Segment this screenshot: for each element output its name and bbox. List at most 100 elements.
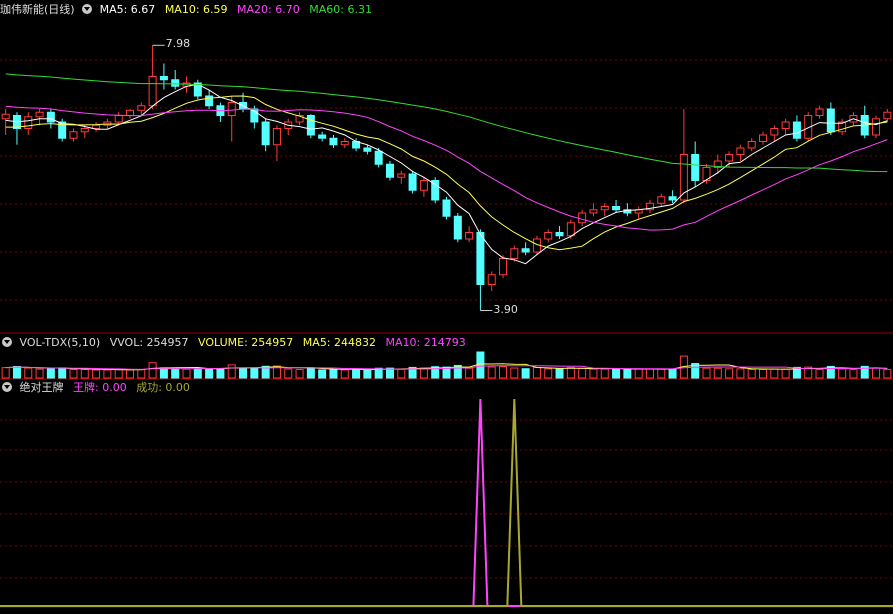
candle-body: [385, 163, 394, 178]
volume-bar: [306, 367, 315, 379]
candle-body: [736, 147, 745, 155]
volume-bar: [80, 368, 89, 379]
ma20-legend: MA20: 6.70: [237, 3, 300, 16]
volume-bar: [227, 364, 236, 379]
candle-body: [759, 134, 768, 142]
candle-body: [125, 109, 134, 117]
candle-body: [815, 108, 824, 116]
wangpai-line: [0, 398, 893, 607]
volume-bar: [849, 369, 858, 379]
candle-body: [600, 206, 609, 211]
candle-body: [544, 232, 553, 240]
volume-title: VOL-TDX(5,10): [19, 336, 101, 349]
candle-body: [24, 116, 33, 130]
volume-panel-header: VOL-TDX(5,10) VVOL: 254957 VOLUME: 25495…: [0, 335, 472, 351]
volume-panel-menu-icon[interactable]: [2, 337, 12, 347]
candle-body: [46, 111, 55, 123]
volume-bar: [645, 368, 654, 379]
candle-body: [171, 79, 180, 87]
candle-body: [770, 128, 779, 136]
volume-bar: [872, 367, 881, 379]
candle-body: [1, 113, 10, 120]
candle-body: [476, 232, 485, 285]
indicator-title: 绝对王牌: [19, 381, 64, 394]
candle-body: [521, 248, 530, 253]
vol-ma10-legend: MA10: 214793: [385, 336, 466, 349]
volume-bar: [521, 368, 530, 379]
main-panel-menu-icon[interactable]: [82, 4, 93, 14]
candle-body: [499, 258, 508, 276]
volume-bar: [69, 368, 78, 379]
volume-bar: [103, 369, 112, 379]
candle-body: [657, 196, 666, 204]
chenggong-line: [0, 398, 893, 607]
candle-body: [92, 124, 101, 129]
stock-title: 珈伟新能(日线): [0, 3, 75, 16]
candle-body: [374, 150, 383, 165]
volume-bar: [781, 368, 790, 379]
candle-body: [318, 134, 327, 139]
candle-body: [725, 154, 734, 162]
high-price-label: 7.98: [165, 37, 191, 51]
volume-bar: [182, 368, 191, 379]
volume-bar: [24, 367, 33, 379]
low-price-label: 3.90: [493, 302, 518, 316]
main-panel-header: 珈伟新能(日线) MA5: 6.67 MA10: 6.59 MA20: 6.70…: [0, 2, 378, 18]
wangpai-legend: 王牌: 0.00: [73, 381, 127, 394]
stock-chart[interactable]: [0, 0, 893, 614]
volume-bar: [35, 368, 44, 379]
candle-body: [397, 173, 406, 178]
candle-body: [555, 232, 564, 237]
volume-bar: [114, 369, 123, 379]
volume-bar: [883, 369, 892, 379]
indicator-panel-menu-icon[interactable]: [2, 382, 12, 392]
volume-bar: [159, 367, 168, 379]
vol-ma5-legend: MA5: 244832: [302, 336, 377, 349]
volume-bar: [318, 369, 327, 379]
volume-bar: [499, 366, 508, 379]
ma60-legend: MA60: 6.31: [309, 3, 372, 16]
candle-body: [612, 206, 621, 211]
candle-body: [691, 154, 700, 181]
volume-bar: [148, 362, 157, 379]
candle-body: [159, 76, 168, 81]
volume-bar: [250, 367, 259, 379]
volume-bar: [634, 368, 643, 379]
volume-bar: [363, 369, 372, 379]
volume-bar: [747, 368, 756, 379]
volume-bar: [566, 367, 575, 379]
candle-body: [668, 196, 677, 201]
candle-body: [510, 248, 519, 259]
indicator-panel-header: 绝对王牌 王牌: 0.00 成功: 0.00: [0, 380, 196, 396]
candle-body: [363, 147, 372, 152]
candle-body: [465, 232, 474, 240]
candle-body: [442, 199, 451, 217]
candle-body: [408, 173, 417, 191]
volume-bar: [532, 366, 541, 379]
volume-bar: [12, 365, 21, 379]
volume-bar: [713, 367, 722, 379]
candle-body: [35, 111, 44, 118]
ma5-legend: MA5: 6.67: [99, 3, 156, 16]
candle-body: [69, 131, 78, 139]
volume-bar: [340, 369, 349, 379]
candle-body: [137, 105, 146, 111]
volume-bar: [125, 369, 134, 379]
volume-bar: [578, 367, 587, 379]
volume-bar: [612, 368, 621, 379]
volume-bar: [216, 368, 225, 379]
volume-bar: [419, 367, 428, 379]
candle-body: [419, 180, 428, 191]
candle-body: [261, 121, 270, 146]
volume-bar: [555, 368, 564, 379]
candle-body: [340, 141, 349, 146]
volume-bar: [815, 369, 824, 379]
candle-body: [487, 274, 496, 285]
volume-bar: [465, 367, 474, 379]
volume-bar: [239, 368, 248, 379]
candle-body: [306, 115, 315, 136]
volume-bar: [510, 367, 519, 379]
volume-bar: [657, 368, 666, 379]
volume-bar: [770, 368, 779, 379]
volume-legend: VOLUME: 254957: [198, 336, 294, 349]
